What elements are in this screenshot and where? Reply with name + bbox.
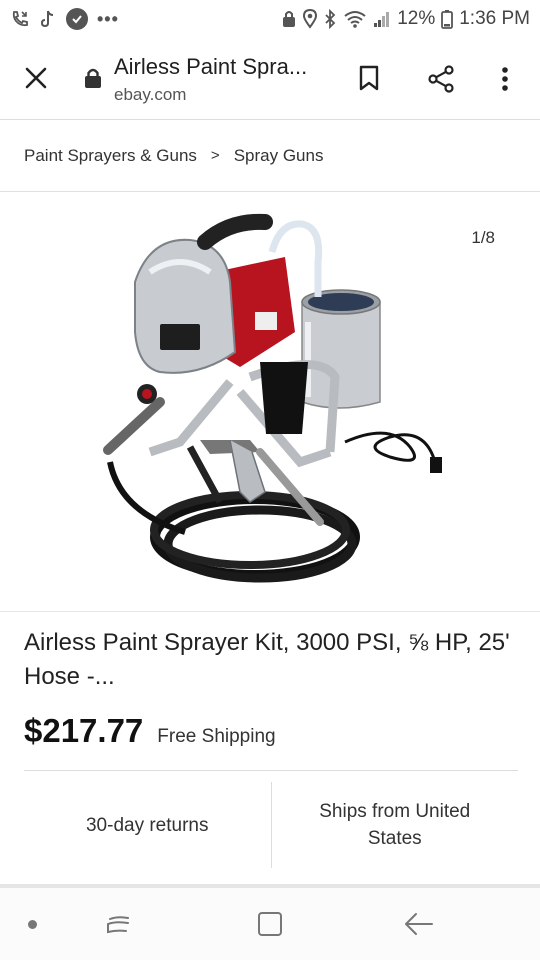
nav-dot-icon[interactable] [28,920,37,929]
browser-toolbar: Airless Paint Spra... ebay.com [0,38,540,120]
breadcrumb-separator: > [210,147,220,164]
recent-apps-icon[interactable] [104,910,132,938]
close-icon [25,67,47,89]
close-button[interactable] [20,62,52,94]
share-icon [428,65,454,93]
bookmark-button[interactable] [354,62,384,94]
breadcrumb-item-spray-guns[interactable]: Spray Guns [234,146,324,166]
bluetooth-icon [323,9,337,29]
more-vert-icon [502,67,508,91]
image-counter: 1/8 [471,228,495,247]
more-notifications-icon: ••• [97,8,119,29]
alarm-lock-icon [281,9,297,29]
battery-icon [441,9,454,29]
breadcrumb-item-paint-sprayers[interactable]: Paint Sprayers & Guns [24,146,197,166]
bookmark-icon [359,65,379,91]
listing-info-row: 30-day returns Ships from United States [24,782,518,868]
system-navigation-bar [0,888,540,960]
listing-title[interactable]: Airless Paint Sprayer Kit, 3000 PSI, ⅝ H… [24,626,520,694]
product-gallery[interactable]: 1/8 [0,192,540,612]
returns-info[interactable]: 30-day returns [24,782,271,868]
product-image[interactable] [90,202,460,602]
status-bar: ••• 12% 1:36 PM [0,0,540,38]
listing-price: $217.77 [24,712,144,749]
shipping-info: Free Shipping [157,726,276,747]
missed-call-icon [10,9,30,29]
divider [24,770,518,771]
ships-from-info[interactable]: Ships from United States [272,782,519,868]
home-icon[interactable] [256,910,284,938]
clock: 1:36 PM [459,8,530,29]
wifi-icon [343,9,367,29]
location-icon [303,9,318,29]
breadcrumb: Paint Sprayers & Guns > Spray Guns [0,120,540,192]
back-icon[interactable] [404,910,434,938]
tiktok-icon [39,9,57,29]
lock-icon [84,67,102,89]
battery-level: 12% [397,8,436,29]
more-options-button[interactable] [490,62,520,96]
page-title[interactable]: Airless Paint Spra... [114,54,307,80]
share-button[interactable] [424,62,458,96]
price-row: $217.77 Free Shipping [24,712,276,750]
url-domain[interactable]: ebay.com [114,85,186,105]
signal-icon [373,10,391,28]
check-circle-icon [66,8,88,30]
